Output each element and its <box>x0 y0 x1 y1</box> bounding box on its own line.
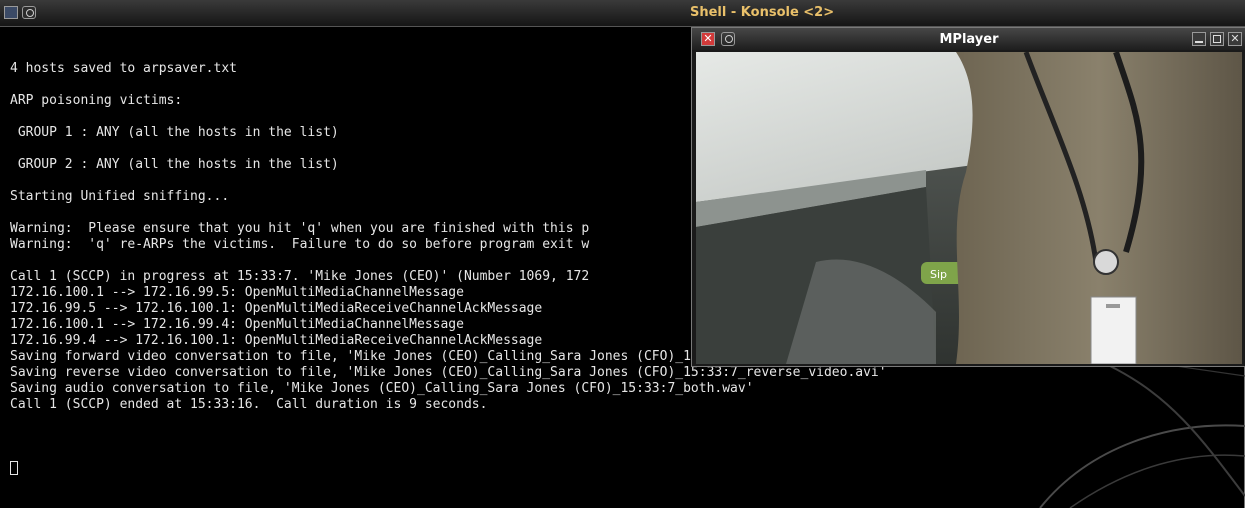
sticky-icon[interactable] <box>22 6 36 19</box>
close-window-icon[interactable]: ✕ <box>1228 32 1242 46</box>
mplayer-window: ✕ MPlayer ✕ Sip <box>691 27 1245 367</box>
konsole-titlebar[interactable]: Shell - Konsole <2> <box>0 0 1245 27</box>
mplayer-title: MPlayer <box>939 32 999 47</box>
prompt-line <box>10 461 1235 477</box>
window-menu-icon[interactable] <box>4 6 18 19</box>
video-frame[interactable]: Sip <box>696 52 1242 364</box>
terminal-line: Saving reverse video conversation to fil… <box>10 365 887 380</box>
mplayer-titlebar[interactable]: ✕ MPlayer ✕ <box>692 28 1245 50</box>
maximize-icon[interactable] <box>1210 32 1224 46</box>
terminal-cursor <box>10 461 18 475</box>
video-image: Sip <box>696 52 1242 364</box>
minimize-icon[interactable] <box>1192 32 1206 46</box>
konsole-title: Shell - Konsole <2> <box>690 5 835 20</box>
video-sign-text: Sip <box>930 268 947 281</box>
terminal-line: Saving audio conversation to file, 'Mike… <box>10 381 754 396</box>
terminal-line: Call 1 (SCCP) ended at 15:33:16. Call du… <box>10 397 488 412</box>
